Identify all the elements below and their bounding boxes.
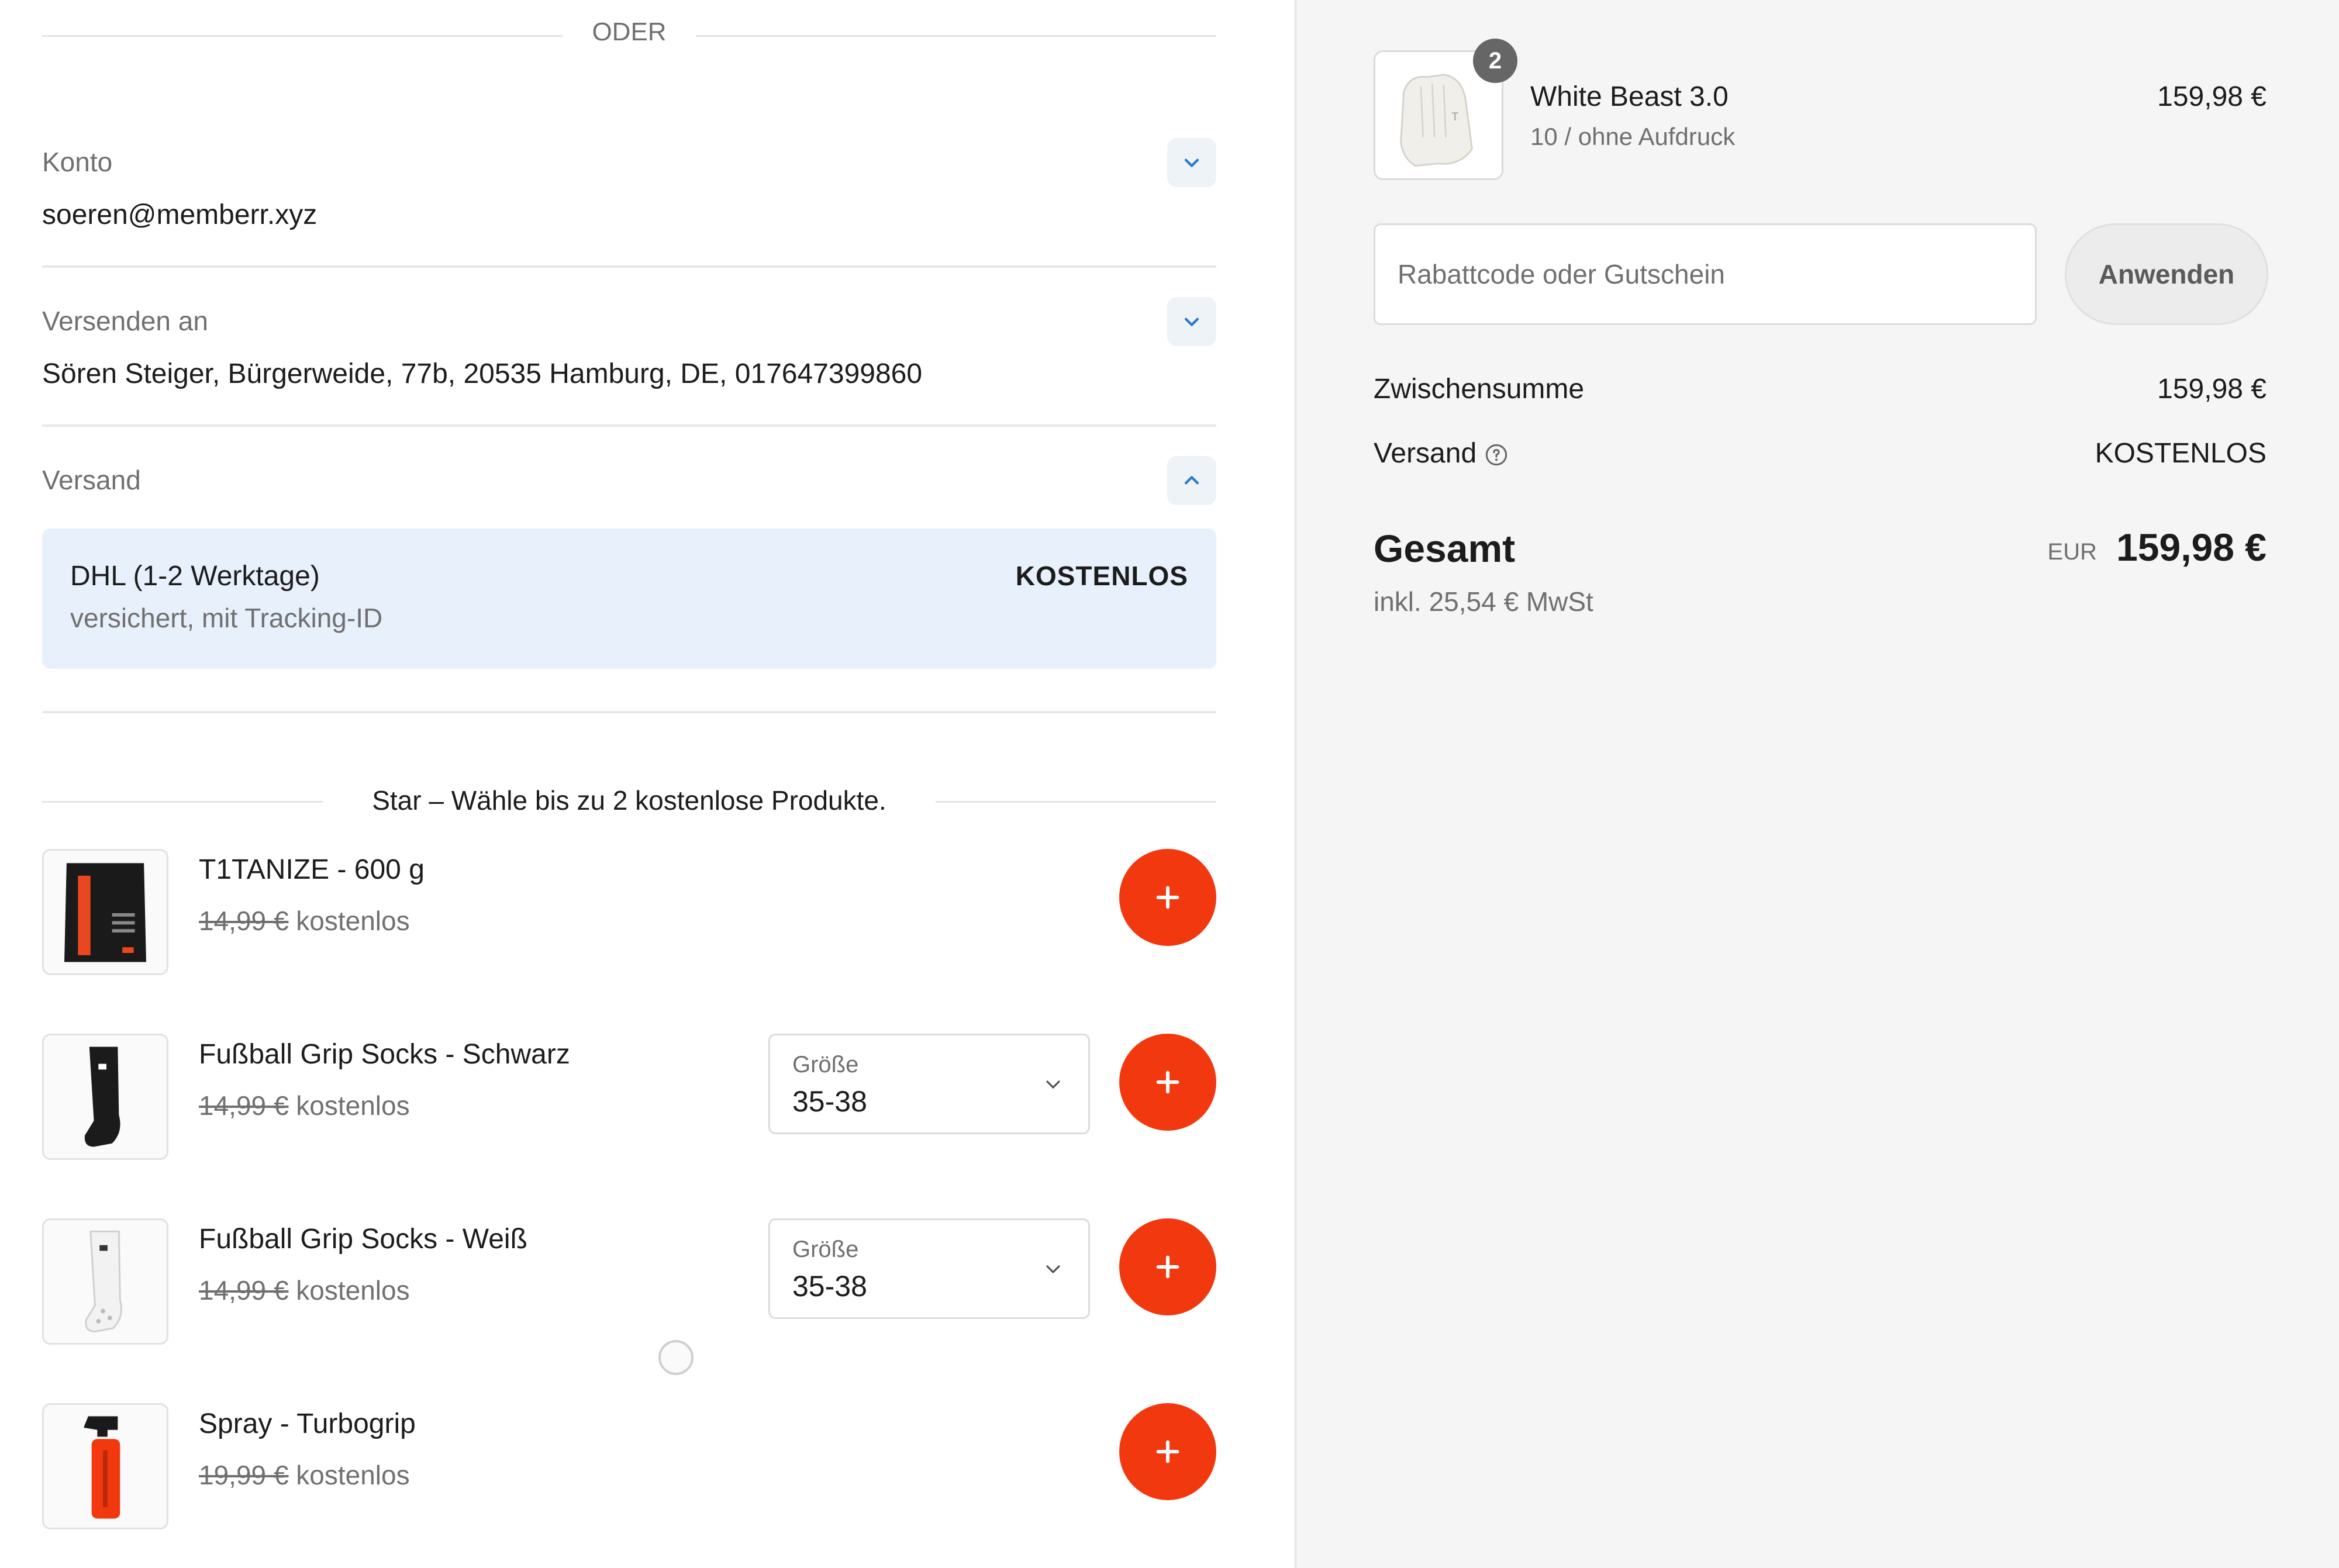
add-product-button[interactable] bbox=[1119, 1218, 1216, 1315]
product-name: Spray - Turbogrip bbox=[199, 1408, 416, 1439]
ship-to-address: Sören Steiger, Bürgerweide, 77b, 20535 H… bbox=[42, 358, 923, 389]
shipping-label: Versand bbox=[42, 465, 141, 495]
account-email: soeren@memberr.xyz bbox=[42, 199, 318, 230]
discount-code-input[interactable] bbox=[1374, 223, 2037, 325]
product-old-price: 19,99 € bbox=[199, 1460, 289, 1490]
chevron-up-icon bbox=[1184, 476, 1199, 485]
product-price: 14,99 € kostenlos bbox=[199, 1275, 410, 1306]
shipping-option[interactable]: DHL (1-2 Werktage) versichert, mit Track… bbox=[42, 529, 1216, 669]
chevron-down-icon bbox=[1046, 1265, 1060, 1273]
or-divider: ODER bbox=[42, 12, 1216, 58]
size-select-value: 35-38 bbox=[792, 1270, 867, 1303]
size-select[interactable]: Größe 35-38 bbox=[768, 1218, 1090, 1319]
list-item: Fußball Grip Socks - Weiß 14,99 € kosten… bbox=[42, 1218, 1216, 1349]
product-price: 14,99 € kostenlos bbox=[199, 905, 410, 937]
account-section: Konto soeren@memberr.xyz bbox=[42, 134, 1216, 251]
or-divider-text: ODER bbox=[592, 18, 667, 46]
subtotal-label: Zwischensumme bbox=[1374, 374, 1585, 405]
product-name: Fußball Grip Socks - Schwarz bbox=[199, 1039, 570, 1070]
product-price: 19,99 € kostenlos bbox=[199, 1459, 410, 1491]
shipping-summary-value: KOSTENLOS bbox=[2095, 438, 2266, 469]
total-value: 159,98 € bbox=[2116, 526, 2266, 569]
account-toggle-button[interactable] bbox=[1167, 138, 1216, 187]
product-old-price: 14,99 € bbox=[199, 1275, 289, 1305]
chevron-down-icon bbox=[1184, 317, 1199, 326]
cart-item-price: 159,98 € bbox=[2157, 81, 2266, 112]
section-divider bbox=[42, 424, 1216, 427]
apply-discount-button[interactable]: Anwenden bbox=[2065, 223, 2268, 325]
tax-note: inkl. 25,54 € MwSt bbox=[1374, 586, 1593, 617]
shipping-toggle-button[interactable] bbox=[1167, 456, 1216, 505]
account-label: Konto bbox=[42, 147, 113, 177]
chevron-down-icon bbox=[1184, 158, 1199, 167]
ship-to-section: Versenden an Sören Steiger, Bürgerweide,… bbox=[42, 293, 1216, 410]
size-select[interactable]: Größe 35-38 bbox=[768, 1034, 1090, 1134]
size-select-label: Größe bbox=[792, 1052, 859, 1077]
plus-icon bbox=[1156, 1070, 1179, 1094]
promo-divider: Star – Wähle bis zu 2 kostenlose Produkt… bbox=[42, 778, 1216, 824]
shipping-option-subtitle: versichert, mit Tracking-ID bbox=[70, 603, 383, 633]
plus-icon bbox=[1156, 1440, 1179, 1463]
cart-item-variant: 10 / ohne Aufdruck bbox=[1530, 123, 1736, 150]
plus-icon bbox=[1156, 886, 1179, 909]
promo-heading: Star – Wähle bis zu 2 kostenlose Produkt… bbox=[372, 785, 886, 816]
checkout-form: ODER Konto soeren@memberr.xyz Versenden … bbox=[0, 0, 1295, 1568]
quantity-badge: 2 bbox=[1473, 39, 1517, 83]
help-circle-icon[interactable] bbox=[1485, 443, 1508, 467]
product-old-price: 14,99 € bbox=[199, 1090, 289, 1121]
divider-line bbox=[696, 35, 1216, 37]
product-name: T1TANIZE - 600 g bbox=[199, 854, 425, 885]
ship-to-label: Versenden an bbox=[42, 306, 208, 336]
total-label: Gesamt bbox=[1374, 527, 1516, 570]
order-summary: T 2 White Beast 3.0 10 / ohne Aufdruck 1… bbox=[1295, 0, 2339, 1568]
shipping-summary-label: Versand bbox=[1374, 438, 1477, 469]
add-product-button[interactable] bbox=[1119, 1403, 1216, 1500]
product-free-label: kostenlos bbox=[296, 1090, 410, 1121]
svg-text:T: T bbox=[1451, 110, 1458, 123]
add-product-button[interactable] bbox=[1119, 1034, 1216, 1131]
size-select-value: 35-38 bbox=[792, 1085, 867, 1118]
product-image-titanize bbox=[42, 849, 168, 975]
loading-spinner-icon bbox=[658, 1340, 694, 1375]
section-divider bbox=[42, 711, 1216, 713]
subtotal-value: 159,98 € bbox=[2157, 374, 2266, 405]
shipping-summary-row: Versand bbox=[1374, 437, 1508, 469]
chevron-down-icon bbox=[1046, 1080, 1060, 1089]
total-currency: EUR bbox=[2047, 539, 2097, 565]
list-item: Fußball Grip Socks - Schwarz 14,99 € kos… bbox=[42, 1034, 1216, 1165]
shipping-option-title: DHL (1-2 Werktage) bbox=[70, 561, 320, 592]
divider-line bbox=[936, 801, 1216, 803]
add-product-button[interactable] bbox=[1119, 849, 1216, 946]
ship-to-toggle-button[interactable] bbox=[1167, 297, 1216, 346]
product-price: 14,99 € kostenlos bbox=[199, 1090, 410, 1121]
product-image-socks-white bbox=[42, 1218, 168, 1345]
product-image-spray bbox=[42, 1403, 168, 1529]
shipping-option-price: KOSTENLOS bbox=[1015, 561, 1188, 591]
size-select-label: Größe bbox=[792, 1237, 859, 1262]
product-free-label: kostenlos bbox=[296, 906, 410, 936]
list-item: Spray - Turbogrip 19,99 € kostenlos bbox=[42, 1403, 1216, 1534]
cart-item-name: White Beast 3.0 bbox=[1530, 81, 1729, 112]
list-item: T1TANIZE - 600 g 14,99 € kostenlos bbox=[42, 849, 1216, 980]
product-image-socks-black bbox=[42, 1034, 168, 1160]
shipping-section: Versand bbox=[42, 453, 1216, 511]
plus-icon bbox=[1156, 1255, 1179, 1279]
section-divider bbox=[42, 265, 1216, 268]
product-name: Fußball Grip Socks - Weiß bbox=[199, 1224, 527, 1255]
product-old-price: 14,99 € bbox=[199, 906, 289, 936]
product-free-label: kostenlos bbox=[296, 1460, 410, 1490]
product-free-label: kostenlos bbox=[296, 1275, 410, 1305]
